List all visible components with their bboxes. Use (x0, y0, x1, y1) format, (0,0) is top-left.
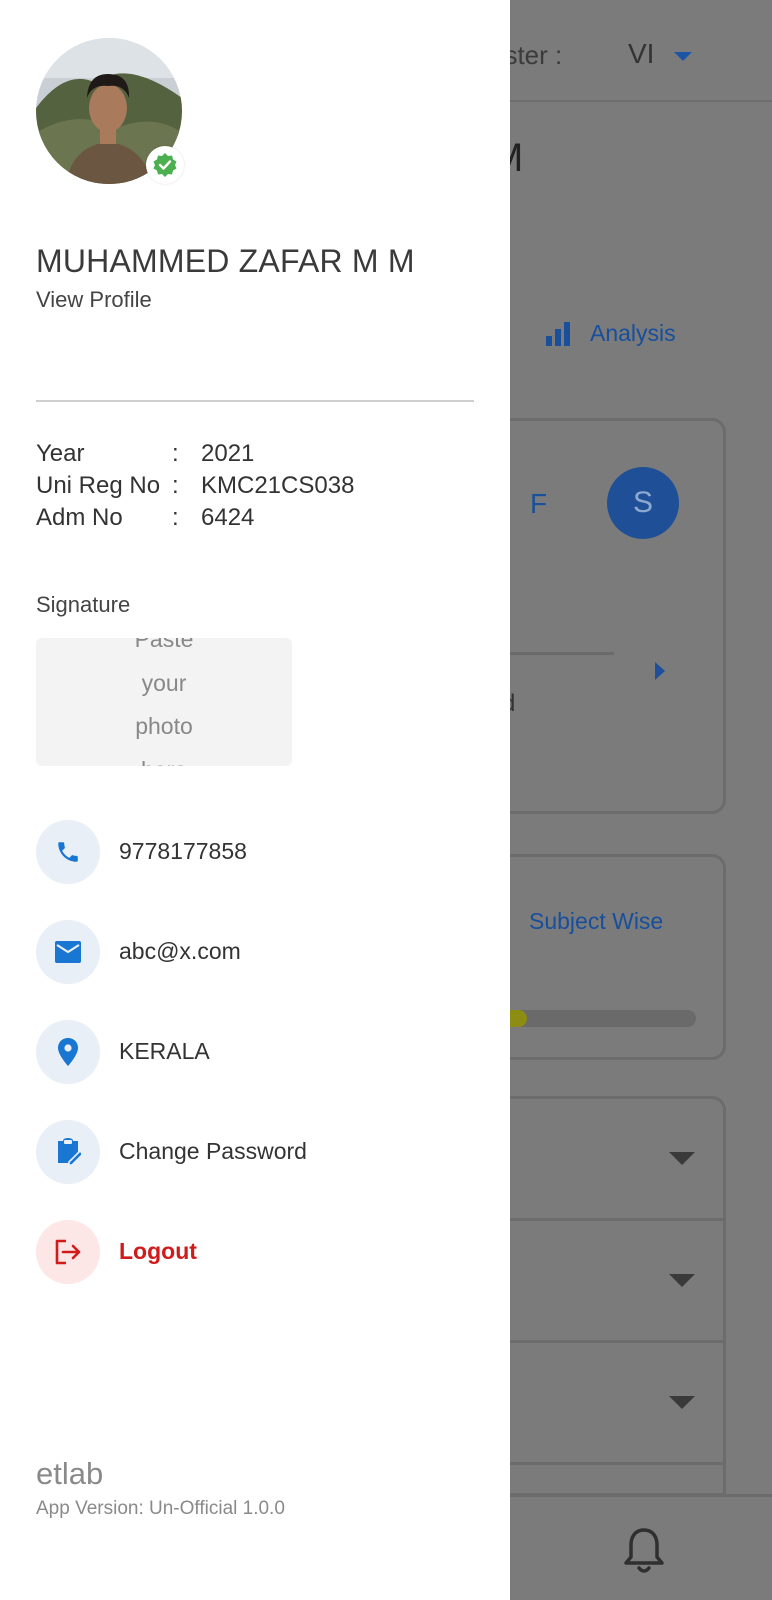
drawer-divider (36, 400, 474, 402)
chevron-down-icon (669, 1396, 695, 1409)
progress-bar (500, 1010, 696, 1027)
email-item[interactable]: abc@x.com (36, 920, 476, 984)
detail-row-year: Year : 2021 (36, 440, 476, 472)
change-password-item[interactable]: Change Password (36, 1120, 476, 1184)
phone-item[interactable]: 9778177858 (36, 820, 476, 884)
detail-row-uni-reg-no: Uni Reg No : KMC21CS038 (36, 472, 476, 504)
location-item[interactable]: KERALA (36, 1020, 476, 1084)
phone-icon (36, 820, 100, 884)
header-divider (500, 100, 772, 102)
logout-button[interactable]: Logout (36, 1220, 476, 1284)
phone-number: 9778177858 (119, 838, 247, 864)
subject-wise-link: Subject Wise (529, 908, 664, 934)
verified-badge-icon (146, 146, 184, 184)
profile-name: MUHAMMED ZAFAR M M (36, 243, 415, 279)
placeholder-line: your (141, 669, 187, 696)
detail-colon: : (172, 440, 179, 467)
placeholder-line: photo (135, 713, 193, 739)
location-text: KERALA (119, 1038, 210, 1064)
detail-key: Year (36, 440, 85, 467)
student-details: Year : 2021 Uni Reg No : KMC21CS038 Adm … (36, 440, 476, 536)
chevron-down-icon (669, 1152, 695, 1165)
accordion-divider (480, 1340, 726, 1343)
attendance-card (480, 418, 726, 814)
detail-colon: : (172, 472, 179, 499)
signature-placeholder: Paste your photo here (36, 638, 292, 766)
card-divider (500, 652, 614, 655)
change-password-label: Change Password (119, 1138, 307, 1164)
signature-box[interactable]: Paste your photo here (36, 638, 292, 766)
card-letter-s-badge: S (607, 467, 679, 539)
bell-icon (624, 1528, 664, 1573)
location-icon (36, 1020, 100, 1084)
semester-value: VI (628, 38, 655, 69)
placeholder-line: Paste (134, 638, 194, 652)
detail-key: Adm No (36, 504, 123, 531)
email-address: abc@x.com (119, 938, 241, 964)
subject-card (480, 854, 726, 1060)
analysis-tab: Analysis (590, 320, 676, 346)
detail-value: 6424 (201, 504, 255, 531)
accordion-divider (480, 1462, 726, 1465)
detail-row-adm-no: Adm No : 6424 (36, 504, 476, 536)
semester-dropdown-icon (674, 52, 692, 61)
bar-chart-icon (546, 322, 570, 346)
detail-value: KMC21CS038 (201, 472, 355, 499)
app-name: etlab (36, 1456, 104, 1491)
card-letter-f: F (530, 488, 548, 519)
bottom-nav-divider (500, 1494, 772, 1497)
chevron-right-icon (655, 662, 665, 680)
signature-label: Signature (36, 592, 131, 617)
app-version: App Version: Un-Official 1.0.0 (36, 1498, 285, 1519)
placeholder-line: here (36, 749, 292, 767)
mail-icon (36, 920, 100, 984)
navigation-drawer: MUHAMMED ZAFAR M M View Profile Year : 2… (0, 0, 510, 1600)
detail-key: Uni Reg No (36, 472, 161, 499)
chevron-down-icon (669, 1274, 695, 1287)
accordion-divider (480, 1218, 726, 1221)
logout-label: Logout (119, 1238, 197, 1264)
view-profile-link[interactable]: View Profile (36, 287, 152, 313)
detail-colon: : (172, 504, 179, 531)
detail-value: 2021 (201, 440, 255, 467)
clipboard-edit-icon (36, 1120, 100, 1184)
logout-icon (36, 1220, 100, 1284)
